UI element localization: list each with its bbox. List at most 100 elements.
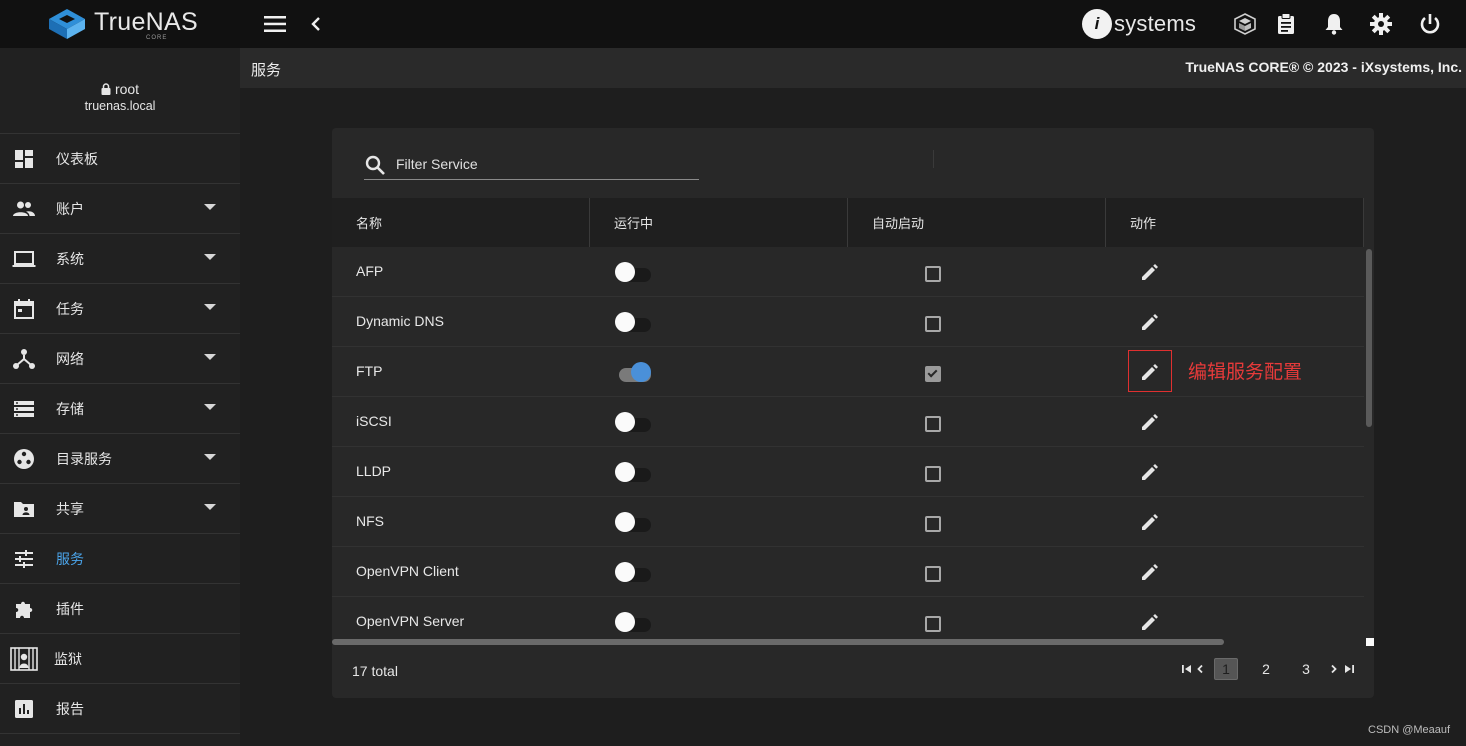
power-icon[interactable] (1417, 11, 1443, 37)
running-toggle[interactable] (615, 511, 651, 533)
sidebar-item-directory-services[interactable]: 目录服务 (0, 434, 240, 484)
toggle-thumb (615, 612, 635, 632)
hamburger-menu-icon[interactable] (262, 12, 288, 36)
bell-icon[interactable] (1321, 11, 1347, 37)
next-page-icon[interactable] (1328, 658, 1340, 680)
autostart-checkbox[interactable] (925, 266, 941, 282)
toggle-thumb (615, 512, 635, 532)
sidebar-item-dashboard[interactable]: 仪表板 (0, 134, 240, 184)
running-toggle[interactable] (615, 361, 651, 383)
previous-page-icon[interactable] (1194, 658, 1206, 680)
calendar-icon (14, 299, 34, 319)
sidebar-item-label: 报告 (56, 700, 84, 717)
page-button-2[interactable]: 2 (1254, 658, 1278, 680)
autostart-checkbox[interactable] (925, 616, 941, 632)
chart-icon (15, 700, 33, 718)
autostart-checkbox[interactable] (925, 316, 941, 332)
brand-edition: CORE (146, 35, 168, 41)
service-name: LLDP (356, 463, 392, 479)
share-folder-icon (14, 502, 34, 517)
sidebar-item-accounts[interactable]: 账户 (0, 184, 240, 234)
autostart-checkbox[interactable] (925, 416, 941, 432)
column-header-running[interactable]: 运行中 (590, 198, 848, 247)
page-button-3[interactable]: 3 (1294, 658, 1318, 680)
horizontal-scrollbar[interactable] (332, 637, 1374, 646)
paginator: 1 2 3 (1180, 658, 1360, 682)
sidebar-item-services[interactable]: 服务 (0, 534, 240, 584)
running-toggle[interactable] (615, 561, 651, 583)
service-name: NFS (356, 513, 384, 529)
horizontal-scrollbar-thumb[interactable] (332, 639, 1224, 645)
sidebar-item-label: 插件 (56, 600, 84, 617)
running-toggle[interactable] (615, 411, 651, 433)
chevron-left-icon[interactable] (306, 12, 326, 36)
edit-service-button[interactable] (1138, 560, 1162, 584)
edit-service-button[interactable] (1138, 260, 1162, 284)
edit-service-button[interactable] (1138, 410, 1162, 434)
table-row: Dynamic DNS (332, 297, 1364, 347)
sidebar-item-label: 共享 (56, 500, 84, 517)
laptop-icon (12, 251, 36, 267)
sidebar-item-storage[interactable]: 存储 (0, 384, 240, 434)
running-toggle[interactable] (615, 261, 651, 283)
autostart-checkbox[interactable] (925, 466, 941, 482)
vertical-scrollbar-thumb[interactable] (1366, 249, 1372, 427)
truecommand-icon[interactable] (1232, 11, 1258, 37)
lock-icon (101, 83, 111, 95)
edit-service-button[interactable] (1138, 510, 1162, 534)
user-name-line: root (0, 81, 240, 97)
service-name: FTP (356, 363, 383, 379)
running-toggle[interactable] (615, 461, 651, 483)
dashboard-icon (15, 150, 33, 168)
edit-service-button[interactable] (1138, 360, 1162, 384)
sidebar-item-label: 系统 (56, 250, 84, 267)
edit-service-button[interactable] (1138, 610, 1162, 634)
sidebar: root truenas.local 仪表板 账户 系统 任务 网络 存储 目录… (0, 48, 240, 746)
sidebar-item-label: 账户 (56, 200, 84, 217)
clipboard-tasks-icon[interactable] (1273, 11, 1299, 37)
autostart-checkbox[interactable] (925, 516, 941, 532)
top-bar: TrueNAS CORE i systems (0, 0, 1466, 48)
page-title: 服务 (251, 62, 282, 79)
last-page-icon[interactable] (1342, 658, 1356, 680)
pencil-icon (1142, 564, 1158, 580)
first-page-icon[interactable] (1180, 658, 1194, 680)
caret-down-icon (204, 204, 216, 210)
running-toggle[interactable] (615, 611, 651, 633)
page-button-1[interactable]: 1 (1214, 658, 1238, 680)
column-header-name[interactable]: 名称 (332, 198, 590, 247)
sidebar-item-jails[interactable]: 监狱 (0, 634, 240, 684)
toggle-thumb (615, 312, 635, 332)
jail-icon (10, 647, 38, 671)
sidebar-item-reporting[interactable]: 报告 (0, 684, 240, 734)
vertical-scrollbar[interactable] (1365, 247, 1374, 639)
pencil-icon (1142, 314, 1158, 330)
sidebar-item-label: 监狱 (54, 650, 82, 667)
running-toggle[interactable] (615, 311, 651, 333)
service-name: Dynamic DNS (356, 313, 444, 329)
truenas-logo[interactable]: TrueNAS CORE (48, 6, 198, 42)
autostart-checkbox[interactable] (925, 566, 941, 582)
autostart-checkbox[interactable] (925, 366, 941, 382)
edit-service-button[interactable] (1138, 310, 1162, 334)
ixsystems-logo[interactable]: i systems (1082, 8, 1200, 40)
column-header-actions[interactable]: 动作 (1106, 198, 1364, 247)
sidebar-item-network[interactable]: 网络 (0, 334, 240, 384)
sidebar-item-sharing[interactable]: 共享 (0, 484, 240, 534)
table-header: 名称 运行中 自动启动 动作 (332, 198, 1364, 247)
table-row: AFP (332, 247, 1364, 297)
filter-service[interactable] (364, 150, 699, 180)
sidebar-item-system[interactable]: 系统 (0, 234, 240, 284)
caret-down-icon (204, 504, 216, 510)
caret-down-icon (204, 304, 216, 310)
sidebar-item-plugins[interactable]: 插件 (0, 584, 240, 634)
puzzle-icon (16, 601, 33, 618)
storage-icon (14, 401, 34, 417)
column-header-autostart[interactable]: 自动启动 (848, 198, 1106, 247)
gear-icon[interactable] (1368, 11, 1394, 37)
search-input[interactable] (396, 152, 696, 176)
sidebar-item-tasks[interactable]: 任务 (0, 284, 240, 334)
edit-service-button[interactable] (1138, 460, 1162, 484)
table-row: LLDP (332, 447, 1364, 497)
service-name: OpenVPN Server (356, 613, 465, 629)
